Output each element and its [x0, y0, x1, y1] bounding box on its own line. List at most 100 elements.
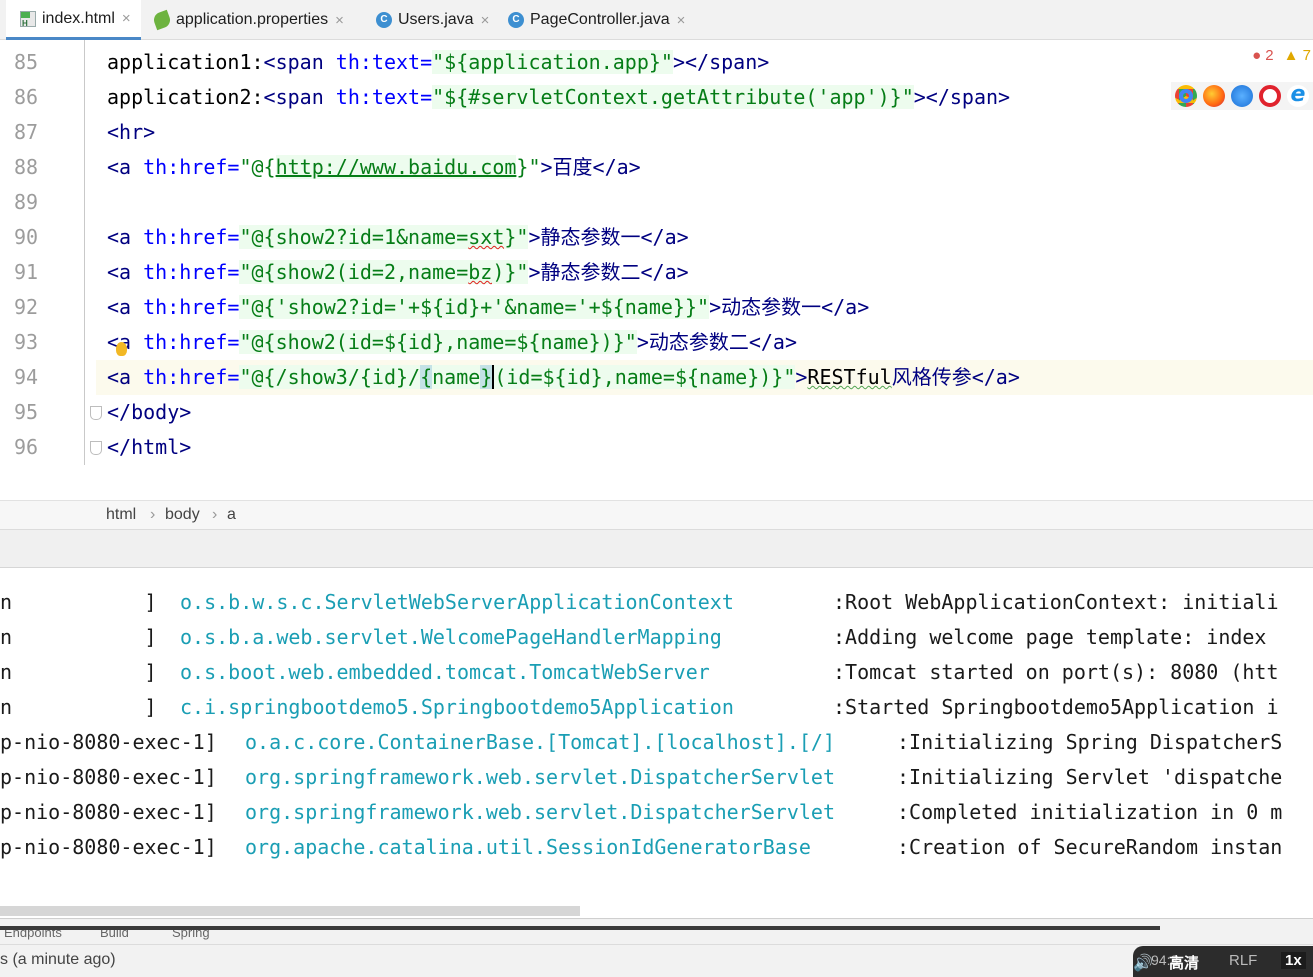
fold-marker-icon[interactable]	[90, 441, 102, 455]
log-thread: p-nio-8080-exec-1]	[0, 730, 229, 754]
error-count[interactable]: ● 2	[1252, 47, 1274, 64]
line-number: 85	[14, 50, 39, 74]
tool-window-bar: Endpoints Build Spring	[0, 918, 1313, 944]
intention-bulb-icon[interactable]	[116, 342, 127, 356]
code-line-93[interactable]: <a th:href="@{show2(id=${id},name=${name…	[107, 325, 797, 360]
tab-index-html[interactable]: index.html ×	[6, 0, 141, 40]
close-icon[interactable]: ×	[677, 12, 686, 29]
log-logger[interactable]: o.s.b.w.s.c.ServletWebServerApplicationC…	[180, 585, 734, 620]
code-tag: <a	[107, 295, 144, 319]
code-string: }"	[504, 225, 529, 249]
code-tag: >静态参数二</a>	[528, 260, 689, 284]
ie-icon[interactable]: e	[1287, 84, 1309, 107]
code-line-86[interactable]: application2:<span th:text="${#servletCo…	[107, 80, 1010, 115]
code-line-94[interactable]: <a th:href="@{/show3/{id}/{name} (id=${id…	[107, 360, 1020, 395]
code-line-96[interactable]: </html>	[107, 430, 191, 465]
code-string: "${#servletContext.getAttribute('app')}"	[432, 85, 914, 109]
line-number: 95	[14, 400, 39, 424]
code-line-91[interactable]: <a th:href="@{show2(id=2,name=bz)}">静态参数…	[107, 255, 689, 290]
code-line-85[interactable]: application1:<span th:text="${applicatio…	[107, 45, 769, 80]
line-number: 89	[14, 190, 39, 214]
code-link[interactable]: http://www.baidu.com	[275, 155, 517, 179]
line-number: 88	[14, 155, 39, 179]
log-logger[interactable]: c.i.springbootdemo5.Springbootdemo5Appli…	[180, 690, 734, 725]
warning-count[interactable]: ▲ 7	[1284, 47, 1311, 64]
tab-application-properties[interactable]: application.properties ×	[140, 0, 354, 40]
playback-speed-button[interactable]: 1x	[1281, 952, 1306, 969]
inspection-widget[interactable]: ● 2 ▲ 7	[1252, 47, 1311, 64]
log-message: :Completed initialization in 0 m	[897, 800, 1283, 824]
log-message: :Root WebApplicationContext: initiali	[833, 590, 1279, 614]
warning-count-value: 7	[1302, 47, 1311, 64]
chrome-icon[interactable]	[1175, 85, 1197, 107]
code-attr: th:href=	[143, 330, 240, 354]
line-number: 93	[14, 330, 39, 354]
code-text: application2:	[107, 85, 264, 109]
log-thread: n ]	[0, 660, 169, 684]
log-message: :Tomcat started on port(s): 8080 (htt	[833, 660, 1279, 684]
code-tag: >动态参数二</a>	[636, 330, 798, 354]
quality-button[interactable]: 高清	[1169, 952, 1199, 973]
code-tag: </html>	[107, 435, 192, 459]
close-icon[interactable]: ×	[335, 12, 344, 29]
status-message: s (a minute ago)	[0, 951, 116, 968]
code-tag: <span	[263, 85, 336, 109]
close-icon[interactable]: ×	[122, 10, 131, 27]
code-text: application1:	[107, 50, 264, 74]
code-attr: th:href=	[143, 365, 240, 389]
code-tag: >百度</a>	[540, 155, 641, 179]
safari-icon[interactable]	[1231, 85, 1253, 107]
log-thread: n ]	[0, 590, 169, 614]
code-string: name	[432, 365, 481, 389]
log-message: :Adding welcome page template: index	[833, 625, 1267, 649]
log-logger[interactable]: o.a.c.core.ContainerBase.[Tomcat].[local…	[245, 725, 835, 760]
log-logger[interactable]: org.springframework.web.servlet.Dispatch…	[245, 795, 835, 830]
log-message: :Creation of SecureRandom instan	[897, 835, 1283, 859]
line-number: 94	[14, 365, 39, 389]
breadcrumb-item[interactable]: a	[227, 506, 236, 524]
tab-users-java[interactable]: C Users.java ×	[362, 0, 499, 40]
java-class-icon: C	[508, 12, 524, 28]
code-string: "@{/show3/{id}/	[239, 365, 421, 389]
code-line-95[interactable]: </body>	[107, 395, 191, 430]
line-number: 91	[14, 260, 39, 284]
breadcrumb-item[interactable]: html	[106, 506, 136, 524]
log-thread: n ]	[0, 625, 169, 649]
opera-icon[interactable]	[1259, 85, 1281, 107]
code-typo: bz	[468, 260, 493, 284]
tab-label: PageController.java	[530, 11, 670, 28]
log-logger[interactable]: org.apache.catalina.util.SessionIdGenera…	[245, 830, 811, 865]
breadcrumb-separator: ›	[212, 506, 218, 523]
tab-pagecontroller-java[interactable]: C PageController.java ×	[494, 0, 695, 40]
browser-preview-bar: e	[1171, 82, 1313, 110]
firefox-icon[interactable]	[1203, 85, 1225, 107]
log-logger[interactable]: o.s.b.a.web.servlet.WelcomePageHandlerMa…	[180, 620, 722, 655]
html-file-icon	[20, 10, 36, 28]
code-line-92[interactable]: <a th:href="@{'show2?id='+${id}+'&name='…	[107, 290, 869, 325]
volume-icon[interactable]: 🔊	[1133, 953, 1153, 973]
code-attr: th:text=	[335, 50, 433, 74]
video-progress-bar[interactable]	[0, 926, 1160, 930]
line-number: 87	[14, 120, 39, 144]
code-attr: th:href=	[143, 260, 240, 284]
log-logger[interactable]: o.s.boot.web.embedded.tomcat.TomcatWebSe…	[180, 655, 710, 690]
breadcrumb-item[interactable]: body	[165, 506, 200, 524]
run-console[interactable]: n ] o.s.b.w.s.c.ServletWebServerApplicat…	[0, 568, 1313, 918]
panel-splitter[interactable]	[0, 530, 1313, 568]
fold-marker-icon[interactable]	[90, 406, 102, 420]
code-line-87[interactable]: <hr>	[107, 115, 155, 150]
code-editor[interactable]: 85 86 87 88 89 90 91 92 93 94 95 96 appl…	[0, 40, 1313, 500]
console-horizontal-scrollbar[interactable]	[0, 906, 580, 916]
code-attr: th:href=	[143, 225, 240, 249]
tab-label: application.properties	[176, 11, 329, 28]
log-logger[interactable]: org.springframework.web.servlet.Dispatch…	[245, 760, 835, 795]
code-line-88[interactable]: <a th:href="@{http://www.baidu.com}">百度<…	[107, 150, 641, 185]
line-separator-indicator[interactable]: RLF	[1229, 952, 1257, 969]
code-tag: <a	[107, 260, 144, 284]
close-icon[interactable]: ×	[481, 12, 490, 29]
code-string: (id=${id},name=${name})}"	[494, 365, 796, 389]
brace-match: }	[480, 365, 495, 389]
code-string: "@{'show2?id='+${id}+'&name='+${name}}"	[239, 295, 710, 319]
code-line-90[interactable]: <a th:href="@{show2?id=1&name=sxt}">静态参数…	[107, 220, 689, 255]
code-string: "@{show2(id=${id},name=${name})}"	[239, 330, 637, 354]
